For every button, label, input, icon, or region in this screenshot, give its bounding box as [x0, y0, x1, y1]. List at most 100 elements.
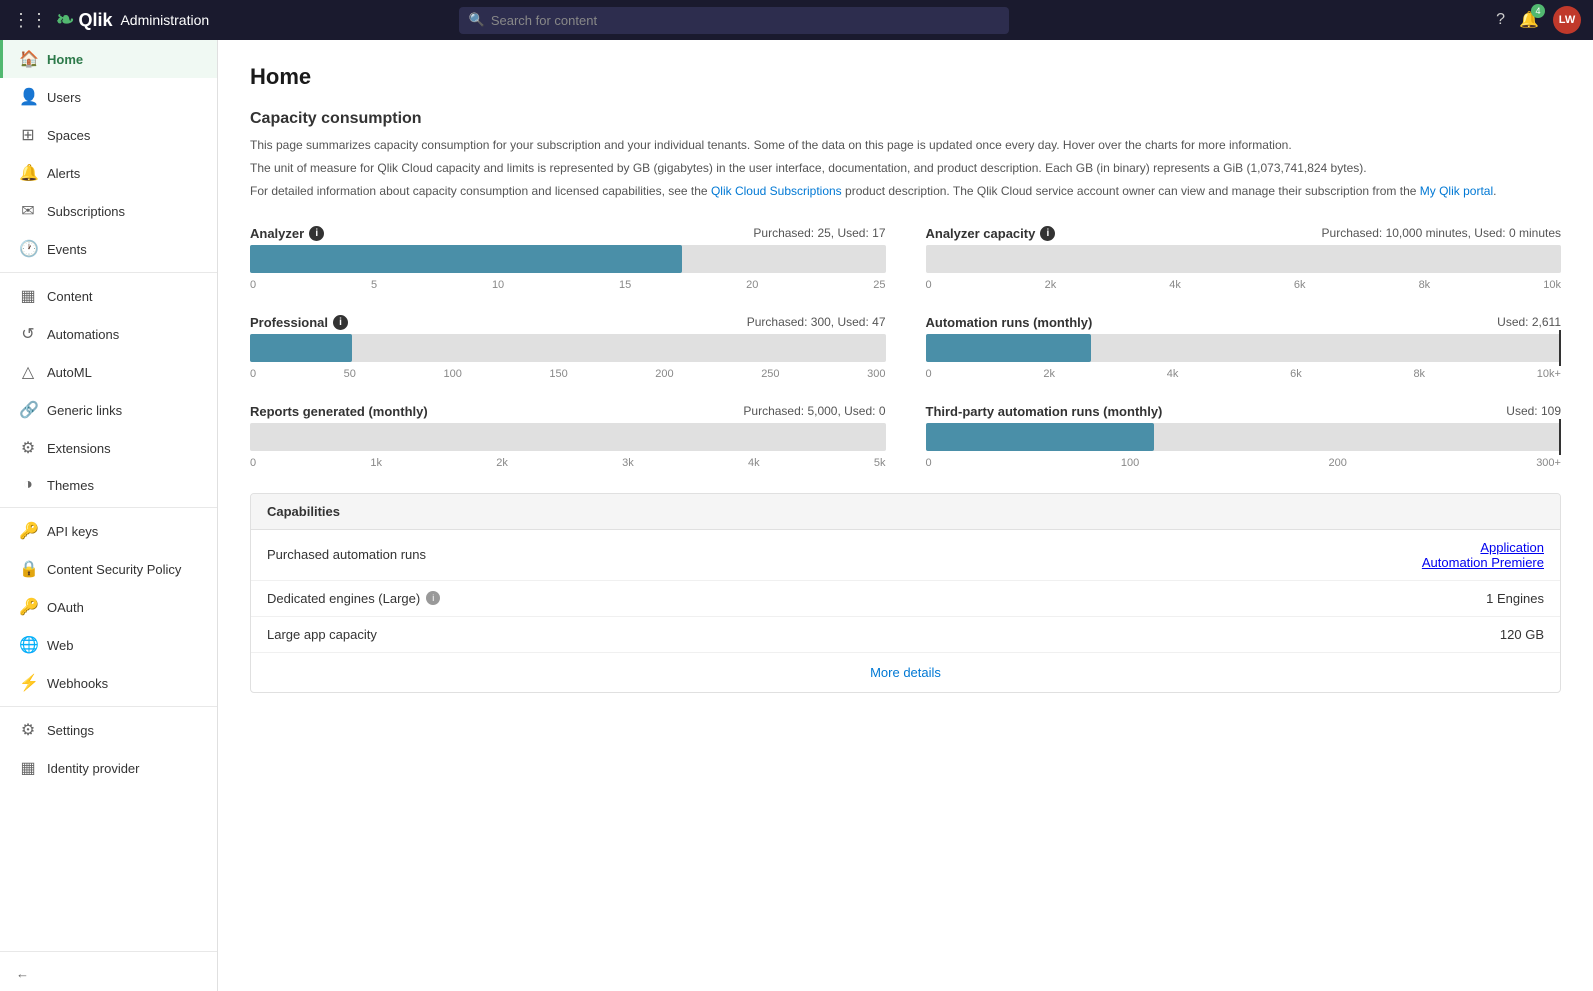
sidebar-item-webhooks[interactable]: ⚡ Webhooks: [0, 664, 217, 702]
grid-icon[interactable]: ⋮⋮: [12, 10, 48, 31]
chart-automation-runs: Automation runs (monthly) Used: 2,611 0 …: [926, 315, 1562, 380]
topbar-right: ? 🔔 4 LW: [1496, 6, 1581, 34]
themes-icon: ◑: [19, 476, 37, 494]
sidebar-item-settings[interactable]: ⚙ Settings: [0, 711, 217, 749]
main-inner: Home Capacity consumption This page summ…: [218, 40, 1593, 717]
spaces-icon: ⊞: [19, 125, 37, 145]
home-icon: 🏠: [19, 49, 37, 69]
sidebar-item-identity-provider[interactable]: ▦ Identity provider: [0, 749, 217, 787]
analyzer-purchased: Purchased: 25, Used: 17: [753, 226, 885, 240]
sidebar-item-oauth[interactable]: 🔑 OAuth: [0, 588, 217, 626]
sidebar-label-webhooks: Webhooks: [47, 676, 108, 691]
avatar[interactable]: LW: [1553, 6, 1581, 34]
qlik-cloud-subscriptions-link[interactable]: Qlik Cloud Subscriptions: [711, 184, 842, 198]
sidebar-item-api-keys[interactable]: 🔑 API keys: [0, 512, 217, 550]
sidebar-item-csp[interactable]: 🔒 Content Security Policy: [0, 550, 217, 588]
settings-icon: ⚙: [19, 720, 37, 740]
chart-reports-label: Reports generated (monthly): [250, 404, 428, 419]
sidebar-item-themes[interactable]: ◑ Themes: [0, 467, 217, 503]
cap-value-large-app: 120 GB: [1500, 627, 1544, 642]
capabilities-section: Capabilities Purchased automation runs A…: [250, 493, 1561, 693]
more-details-link[interactable]: More details: [251, 653, 1560, 692]
automation-premiere-link[interactable]: Automation Premiere: [1422, 555, 1544, 570]
chart-reports-generated: Reports generated (monthly) Purchased: 5…: [250, 404, 886, 469]
chart-automation-runs-header: Automation runs (monthly) Used: 2,611: [926, 315, 1562, 330]
chart-analyzer: Analyzer i Purchased: 25, Used: 17 0 5 1…: [250, 226, 886, 291]
third-party-bar-fill: [926, 423, 1155, 451]
analyzer-capacity-axis: 0 2k 4k 6k 8k 10k: [926, 279, 1562, 291]
sidebar-item-automl[interactable]: △ AutoML: [0, 353, 217, 391]
capabilities-header: Capabilities: [251, 494, 1560, 530]
sidebar-item-generic-links[interactable]: 🔗 Generic links: [0, 391, 217, 429]
sidebar-label-web: Web: [47, 638, 74, 653]
sidebar-label-users: Users: [47, 90, 81, 105]
sidebar-divider-2: [0, 507, 217, 508]
analyzer-info-icon[interactable]: i: [309, 226, 324, 241]
sidebar-divider-bottom: [0, 951, 217, 952]
sidebar-item-alerts[interactable]: 🔔 Alerts: [0, 154, 217, 192]
third-party-axis: 0 100 200 300+: [926, 457, 1562, 469]
dedicated-engines-info-icon[interactable]: i: [426, 591, 440, 605]
sidebar-item-events[interactable]: 🕐 Events: [0, 230, 217, 268]
qlik-wordmark: Qlik: [78, 10, 112, 31]
sidebar-item-spaces[interactable]: ⊞ Spaces: [0, 116, 217, 154]
third-party-bar-wrapper: [926, 423, 1562, 451]
chart-analyzer-capacity-header: Analyzer capacity i Purchased: 10,000 mi…: [926, 226, 1562, 241]
sidebar-item-automations[interactable]: ↺ Automations: [0, 315, 217, 353]
sidebar-label-automations: Automations: [47, 327, 119, 342]
sidebar-label-content: Content: [47, 289, 93, 304]
my-qlik-portal-link[interactable]: My Qlik portal: [1420, 184, 1493, 198]
professional-bar-container: [250, 334, 886, 362]
cap-value-dedicated-engines: 1 Engines: [1486, 591, 1544, 606]
cap-label-dedicated-engines: Dedicated engines (Large) i: [267, 591, 1486, 606]
sidebar-divider-3: [0, 706, 217, 707]
users-icon: 👤: [19, 87, 37, 107]
sidebar-label-csp: Content Security Policy: [47, 562, 181, 577]
section-title: Capacity consumption: [250, 110, 1561, 128]
sidebar-label-api-keys: API keys: [47, 524, 98, 539]
analyzer-capacity-info-icon[interactable]: i: [1040, 226, 1055, 241]
api-keys-icon: 🔑: [19, 521, 37, 541]
sidebar-item-users[interactable]: 👤 Users: [0, 78, 217, 116]
oauth-icon: 🔑: [19, 597, 37, 617]
cap-value-automation-runs: Application Automation Premiere: [1422, 540, 1544, 570]
professional-info-icon[interactable]: i: [333, 315, 348, 330]
sidebar-item-web[interactable]: 🌐 Web: [0, 626, 217, 664]
notification-icon[interactable]: 🔔 4: [1519, 10, 1539, 30]
sidebar-item-home[interactable]: 🏠 Home: [0, 40, 217, 78]
third-party-used: Used: 109: [1506, 404, 1561, 418]
chart-third-party-label: Third-party automation runs (monthly): [926, 404, 1163, 419]
sidebar-collapse-button[interactable]: ←: [0, 956, 217, 991]
search-input[interactable]: [459, 7, 1009, 34]
reports-purchased: Purchased: 5,000, Used: 0: [743, 404, 885, 418]
analyzer-capacity-purchased: Purchased: 10,000 minutes, Used: 0 minut…: [1322, 226, 1561, 240]
automation-runs-bar-container: [926, 334, 1562, 362]
automl-icon: △: [19, 362, 37, 382]
application-link[interactable]: Application: [1480, 540, 1544, 555]
chart-automation-runs-label: Automation runs (monthly): [926, 315, 1093, 330]
chart-analyzer-header: Analyzer i Purchased: 25, Used: 17: [250, 226, 886, 241]
automation-runs-used: Used: 2,611: [1497, 315, 1561, 329]
desc3-prefix: For detailed information about capacity …: [250, 184, 711, 198]
cap-row-dedicated-engines: Dedicated engines (Large) i 1 Engines: [251, 581, 1560, 617]
third-party-marker: [1559, 419, 1561, 455]
sidebar-item-subscriptions[interactable]: ✉ Subscriptions: [0, 192, 217, 230]
automation-runs-bar-fill: [926, 334, 1091, 362]
sidebar-label-generic-links: Generic links: [47, 403, 122, 418]
third-party-bar-container: [926, 423, 1562, 451]
alerts-icon: 🔔: [19, 163, 37, 183]
cap-row-large-app-capacity: Large app capacity 120 GB: [251, 617, 1560, 653]
sidebar-item-extensions[interactable]: ⚙ Extensions: [0, 429, 217, 467]
analyzer-axis: 0 5 10 15 20 25: [250, 279, 886, 291]
help-icon[interactable]: ?: [1496, 11, 1505, 29]
extensions-icon: ⚙: [19, 438, 37, 458]
topbar-app-title: Administration: [120, 12, 209, 28]
sidebar-label-oauth: OAuth: [47, 600, 84, 615]
csp-icon: 🔒: [19, 559, 37, 579]
chart-analyzer-capacity: Analyzer capacity i Purchased: 10,000 mi…: [926, 226, 1562, 291]
identity-provider-icon: ▦: [19, 758, 37, 778]
chart-professional-label: Professional i: [250, 315, 348, 330]
sidebar-item-content[interactable]: ▦ Content: [0, 277, 217, 315]
sidebar-label-extensions: Extensions: [47, 441, 111, 456]
generic-links-icon: 🔗: [19, 400, 37, 420]
